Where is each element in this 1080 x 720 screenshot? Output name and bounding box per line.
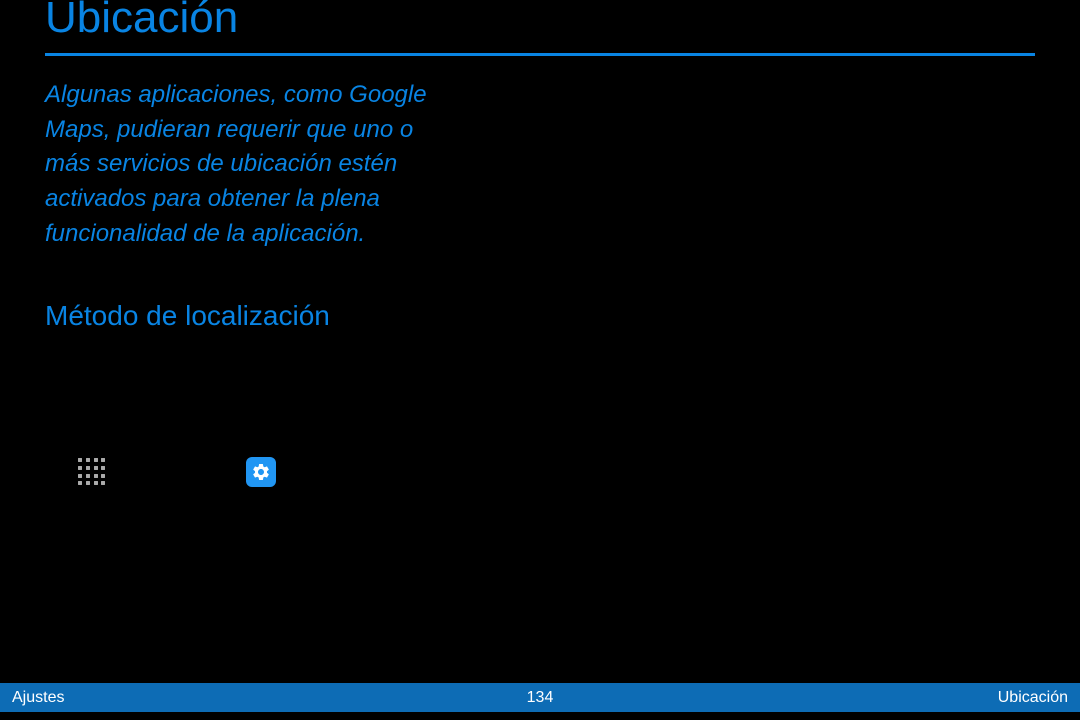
footer-bar: Ajustes 134 Ubicación bbox=[0, 683, 1080, 712]
page-title: Ubicación bbox=[0, 0, 1080, 45]
footer-right: Ubicación bbox=[998, 689, 1068, 707]
footer-left: Ajustes bbox=[12, 689, 64, 707]
section-heading: Método de localización bbox=[0, 300, 1080, 332]
intro-paragraph: Algunas aplicaciones, como Google Maps, … bbox=[0, 56, 500, 252]
footer-page-number: 134 bbox=[527, 689, 554, 707]
icons-row bbox=[78, 457, 276, 487]
settings-gear-icon bbox=[246, 457, 276, 487]
apps-grid-icon bbox=[78, 458, 106, 486]
